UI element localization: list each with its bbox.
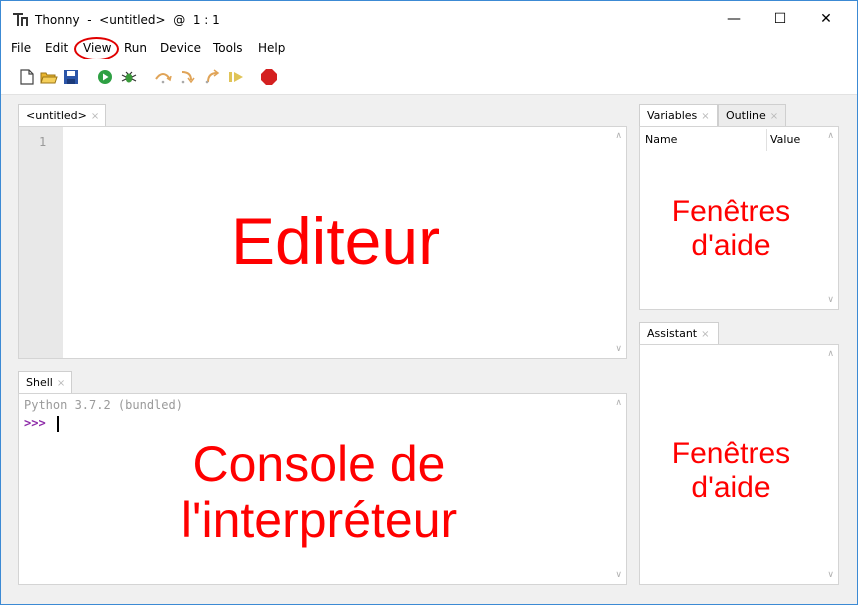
assistant-annotation: Fenêtres d'aide [640,437,822,504]
step-over-icon [155,73,172,84]
run-icon [98,70,112,84]
tab-label: Variables [647,109,698,122]
step-into-icon [181,71,195,84]
tab-close-icon[interactable]: × [57,378,65,389]
minimize-icon: — [727,11,741,27]
run-button[interactable] [96,68,114,86]
tab-shell[interactable]: Shell × [18,371,72,394]
minimize-button[interactable]: — [711,1,757,37]
shell-banner: Python 3.7.2 (bundled) [24,398,183,412]
tab-label: Outline [726,109,766,122]
title-bar[interactable]: Thonny - <untitled> @ 1 : 1 — ☐ ✕ [1,1,857,37]
tab-assistant[interactable]: Assistant × [639,322,719,345]
save-icon [64,70,78,84]
maximize-button[interactable]: ☐ [757,1,803,37]
menu-bar: File Edit View Run Device Tools Help [1,37,857,59]
editor-annotation: Editeur [230,204,441,278]
menu-tools[interactable]: Tools [213,41,243,55]
line-number-gutter: 1 [19,127,63,358]
open-file-icon [40,72,58,84]
resume-icon [229,72,243,82]
shell-prompt: >>> [24,416,46,430]
tab-close-icon[interactable]: × [701,111,709,122]
scroll-down-icon[interactable]: ∨ [827,295,834,305]
editor-pane[interactable]: 1 ∧ ∨ Editeur [18,126,627,359]
menu-run[interactable]: Run [124,41,147,55]
variables-annotation: Fenêtres d'aide [640,195,822,262]
debug-icon [121,71,137,83]
scroll-up-icon[interactable]: ∧ [615,131,622,141]
column-divider[interactable] [766,129,767,151]
tab-close-icon[interactable]: × [91,111,99,122]
menu-device[interactable]: Device [160,41,201,55]
variables-pane[interactable]: Name Value ∧ ∨ Fenêtres d'aide [639,126,839,310]
tab-close-icon[interactable]: × [701,329,709,340]
scroll-up-icon[interactable]: ∧ [827,131,834,141]
debug-button[interactable] [120,68,138,86]
column-header-name[interactable]: Name [645,133,677,146]
shell-pane[interactable]: Python 3.7.2 (bundled) >>> ∧ ∨ Console d… [18,393,627,585]
tab-label: Shell [26,376,53,389]
annotation-line: l'interpréteur [180,492,458,548]
stop-icon [261,69,277,85]
annotation-line: d'aide [691,470,771,504]
close-icon: ✕ [820,11,832,27]
open-file-button[interactable] [40,68,58,86]
view-menu-highlight-circle [74,37,119,61]
tab-close-icon[interactable]: × [770,111,778,122]
close-button[interactable]: ✕ [803,1,849,37]
step-out-button[interactable] [204,68,222,86]
stop-button[interactable] [260,68,278,86]
annotation-line: Fenêtres [671,437,791,470]
scroll-down-icon[interactable]: ∨ [827,570,834,580]
annotation-line: Fenêtres [671,195,791,228]
menu-help[interactable]: Help [258,41,285,55]
tab-label: <untitled> [26,109,87,122]
resume-button[interactable] [227,68,245,86]
annotation-line: Console de [192,436,446,492]
thonny-window: Thonny - <untitled> @ 1 : 1 — ☐ ✕ File E… [0,0,858,605]
annotation-line: d'aide [691,228,771,262]
thonny-logo-icon [13,13,28,26]
new-file-icon [20,69,34,85]
scroll-down-icon[interactable]: ∨ [615,570,622,580]
shell-annotation: Console de l'interpréteur [19,436,619,548]
save-button[interactable] [62,68,80,86]
window-title: Thonny - <untitled> @ 1 : 1 [35,13,220,27]
scroll-down-icon[interactable]: ∨ [615,344,622,354]
step-over-button[interactable] [154,68,172,86]
tab-editor-untitled[interactable]: <untitled> × [18,104,106,127]
step-out-icon [205,69,220,84]
assistant-pane[interactable]: ∧ ∨ Fenêtres d'aide [639,344,839,585]
tab-label: Assistant [647,327,698,340]
scroll-up-icon[interactable]: ∧ [827,349,834,359]
line-number: 1 [39,135,47,149]
tab-outline[interactable]: Outline × [718,104,786,127]
toolbar [1,59,857,95]
menu-edit[interactable]: Edit [45,41,68,55]
maximize-icon: ☐ [773,11,787,27]
scroll-up-icon[interactable]: ∧ [615,398,622,408]
step-into-button[interactable] [179,68,197,86]
text-cursor [57,416,59,432]
column-header-value[interactable]: Value [770,133,800,146]
tab-variables[interactable]: Variables × [639,104,718,127]
menu-file[interactable]: File [11,41,31,55]
new-file-button[interactable] [18,68,36,86]
